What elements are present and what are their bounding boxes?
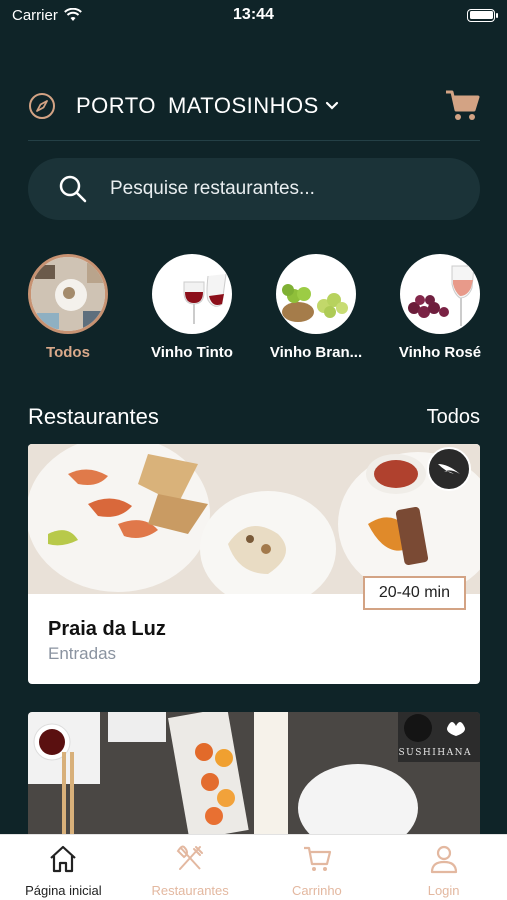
status-left: Carrier [12,7,82,24]
category-image [28,254,108,334]
city-label: PORTO [76,93,156,118]
red-wine-image [152,254,232,334]
restaurant-card[interactable]: 20-40 min Praia da Luz Entradas [28,444,480,684]
category-vinho-branco[interactable]: Vinho Bran... [266,254,366,361]
category-label: Vinho Tinto [151,344,233,361]
tab-label: Restaurantes [151,883,229,898]
cart-icon [303,846,331,871]
search-placeholder: Pesquise restaurantes... [110,178,315,199]
section-title: Restaurantes [28,404,159,429]
tab-label: Login [427,883,460,898]
category-label: Vinho Rosé [398,344,482,361]
category-label: Vinho Bran... [269,344,363,361]
see-all-link[interactable]: Todos [427,406,480,429]
restaurant-name: Praia da Luz [48,618,166,640]
restaurant-card[interactable]: SUSHIHANA [28,712,480,836]
tab-restaurants[interactable]: Restaurantes [127,835,253,900]
user-icon [430,845,457,874]
restaurants-section-header: Restaurantes Todos [28,402,480,432]
category-todos[interactable]: Todos [18,254,118,361]
home-icon [50,845,77,873]
carrier-label: Carrier [12,6,58,24]
location-text[interactable]: PORTO MATOSINHOS [76,93,331,119]
restaurant-image [28,444,480,594]
tab-label: Página inicial [25,883,102,898]
battery-icon [467,8,498,22]
category-list: Todos Vinho Tinto Vinho Bran... Vinho Ro… [28,254,507,364]
search-icon [59,175,87,203]
delivery-time-badge: 20-40 min [362,576,466,610]
tab-cart[interactable]: Carrinho [254,835,380,900]
category-label: Todos [46,344,90,361]
cart-icon[interactable] [444,88,480,122]
tab-bar: Página inicial Restaurantes Carrinho Log… [0,834,507,900]
category-vinho-tinto[interactable]: Vinho Tinto [142,254,242,361]
restaurant-category: Entradas [48,644,117,663]
rose-wine-image [400,254,480,334]
category-vinho-rose[interactable]: Vinho Rosé [390,254,490,361]
restaurant-image [28,712,480,836]
search-input[interactable]: Pesquise restaurantes... [28,158,480,220]
utensils-icon [176,845,204,870]
area-label: MATOSINHOS [167,93,319,118]
tab-label: Carrinho [291,883,342,898]
header-divider [28,140,480,141]
chevron-down-icon[interactable] [325,101,339,111]
tab-home[interactable]: Página inicial [0,835,126,900]
white-grapes-image [276,254,356,334]
restaurant-logo-icon [427,447,471,491]
compass-icon [29,93,55,119]
status-bar: Carrier 13:44 [0,0,507,30]
restaurant-brand-logo: SUSHIHANA [398,748,472,758]
wifi-icon [63,8,82,21]
tab-login[interactable]: Login [381,835,507,900]
location-bar[interactable]: PORTO MATOSINHOS [28,84,480,128]
